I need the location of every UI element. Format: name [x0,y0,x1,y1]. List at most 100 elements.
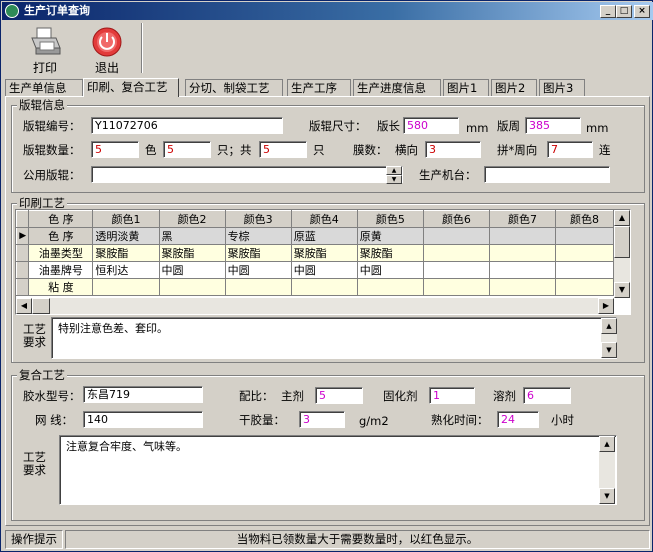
scroll-right-icon[interactable]: ▶ [598,298,614,314]
table-cell[interactable]: 聚胺酯 [290,244,358,262]
maximize-button[interactable]: □ [616,5,632,18]
machine-field[interactable] [484,166,610,183]
table-cell[interactable] [555,261,614,279]
lamination-requirement-memo[interactable]: 注意复合牢度、气味等。 [59,435,617,505]
aging-field[interactable]: 24 [497,411,539,428]
hscroll-thumb[interactable] [32,298,50,314]
table-row[interactable]: 油墨牌号 恒利达 中圆 中圆 中圆 中圆 [15,261,614,279]
grid-vertical-scrollbar[interactable]: ▲ ▼ [614,210,630,298]
table-row[interactable]: ▶ 色 序 透明淡黄 黑 专棕 原蓝 原黄 [15,227,614,245]
table-cell[interactable] [488,278,557,296]
table-cell[interactable]: 中圆 [356,261,424,279]
grid-horizontal-scrollbar[interactable]: ◀ ▶ [16,298,614,314]
tab-picture-3[interactable]: 图片3 [539,79,585,96]
plate-length-field[interactable]: 580 [403,117,459,134]
table-cell[interactable] [488,244,557,262]
table-cell[interactable]: 聚胺酯 [92,244,160,262]
mesh-field[interactable]: 140 [83,411,203,428]
tab-print-laminate[interactable]: 印刷、复合工艺 [83,78,179,97]
table-cell[interactable]: 中圆 [158,261,226,279]
table-cell[interactable] [92,278,160,296]
table-cell[interactable] [224,278,292,296]
header-cell: 颜色5 [356,210,424,228]
shared-down-icon[interactable]: ▼ [386,175,402,184]
solvent-field[interactable]: 6 [523,387,571,404]
panel-field[interactable]: 7 [547,141,593,158]
lam-memo-up-icon[interactable]: ▲ [599,436,615,452]
main-agent-label: 主剂 [281,389,304,403]
scroll-left-icon[interactable]: ◀ [16,298,32,314]
tab-order-info[interactable]: 生产单信息 [5,79,83,96]
table-cell[interactable]: 聚胺酯 [356,244,424,262]
table-cell[interactable]: 聚胺酯 [224,244,292,262]
table-cell[interactable] [488,261,557,279]
status-hint-label: 操作提示 [5,530,63,549]
lamination-legend: 复合工艺 [17,368,67,382]
table-cell[interactable] [356,278,424,296]
tab-picture-2[interactable]: 图片2 [491,79,537,96]
table-cell[interactable]: 黑 [158,227,226,245]
scroll-thumb[interactable] [614,226,630,258]
toolbar: 打印 退出 [3,21,652,76]
lam-memo-scrollbar[interactable]: ▲ ▼ [599,436,615,504]
plate-qty-field[interactable]: 5 [91,141,139,158]
print-requirement-memo[interactable]: 特别注意色差、套印。 [51,317,617,359]
plate-no-label: 版辊编号： [23,119,81,133]
main-agent-field[interactable]: 5 [315,387,363,404]
table-cell[interactable]: 透明淡黄 [92,227,160,245]
exit-button[interactable]: 退出 [77,23,137,75]
plate-no-field[interactable]: Y11072706 [91,117,283,134]
printer-icon [31,27,61,55]
table-cell[interactable] [290,278,358,296]
tab-picture-1[interactable]: 图片1 [443,79,489,96]
table-cell[interactable] [158,278,226,296]
table-cell[interactable] [422,278,490,296]
ink-table: 色 序 颜色1 颜色2 颜色3 颜色4 颜色5 颜色6 颜色7 颜色8 ▶ 色 … [15,210,614,296]
print-label: 打印 [32,61,57,75]
table-cell[interactable]: 恒利达 [92,261,160,279]
plate-circ-field[interactable]: 385 [525,117,581,134]
table-cell[interactable] [422,261,490,279]
table-cell[interactable]: 专棕 [224,227,292,245]
lam-memo-down-icon[interactable]: ▼ [599,488,615,504]
memo-scrollbar[interactable]: ▲ ▼ [601,318,617,358]
tab-progress[interactable]: 生产进度信息 [353,79,441,96]
table-cell[interactable]: 中圆 [224,261,292,279]
table-cell[interactable]: 原蓝 [290,227,358,245]
tab-slit-bag[interactable]: 分切、制袋工艺 [185,79,283,96]
table-cell[interactable] [555,278,614,296]
table-cell[interactable] [488,227,557,245]
ink-grid[interactable]: 色 序 颜色1 颜色2 颜色3 颜色4 颜色5 颜色6 颜色7 颜色8 ▶ 色 … [15,209,631,315]
status-message: 当物料已领数量大于需要数量时，以红色显示。 [65,530,650,549]
scroll-down-icon[interactable]: ▼ [614,282,630,298]
color-count-field[interactable]: 5 [163,141,211,158]
close-button[interactable]: × [634,5,650,18]
header-cell: 颜色8 [555,210,614,228]
table-cell[interactable]: 聚胺酯 [158,244,226,262]
shared-plate-select[interactable] [91,166,403,183]
minimize-button[interactable]: _ [600,5,616,18]
row-label: 油墨牌号 [28,261,94,279]
plate-length-label: 版长 [377,119,400,133]
table-cell[interactable] [422,244,490,262]
dry-glue-field[interactable]: 3 [299,411,345,428]
table-row[interactable]: 油墨类型 聚胺酯 聚胺酯 聚胺酯 聚胺酯 聚胺酯 [15,244,614,262]
scroll-up-icon[interactable]: ▲ [614,210,630,226]
table-cell[interactable]: 原黄 [356,227,424,245]
table-cell[interactable]: 中圆 [290,261,358,279]
main-window: 生产订单查询 _ □ × 打印 退出 生产单信息 印刷、复合工艺 分切、制袋工艺… [0,0,653,552]
table-cell[interactable] [555,244,614,262]
memo-down-icon[interactable]: ▼ [601,342,617,358]
table-cell[interactable] [422,227,490,245]
across-field[interactable]: 3 [425,141,481,158]
table-row[interactable]: 粘 度 [15,278,614,296]
curing-field[interactable]: 1 [429,387,475,404]
table-cell[interactable] [555,227,614,245]
memo-up-icon[interactable]: ▲ [601,318,617,334]
shared-up-icon[interactable]: ▲ [386,166,402,175]
print-button[interactable]: 打印 [15,23,75,75]
plate-total-field[interactable]: 5 [259,141,307,158]
row-label: 粘 度 [28,278,94,296]
tab-process[interactable]: 生产工序 [287,79,351,96]
glue-field[interactable]: 东昌719 [83,386,203,403]
